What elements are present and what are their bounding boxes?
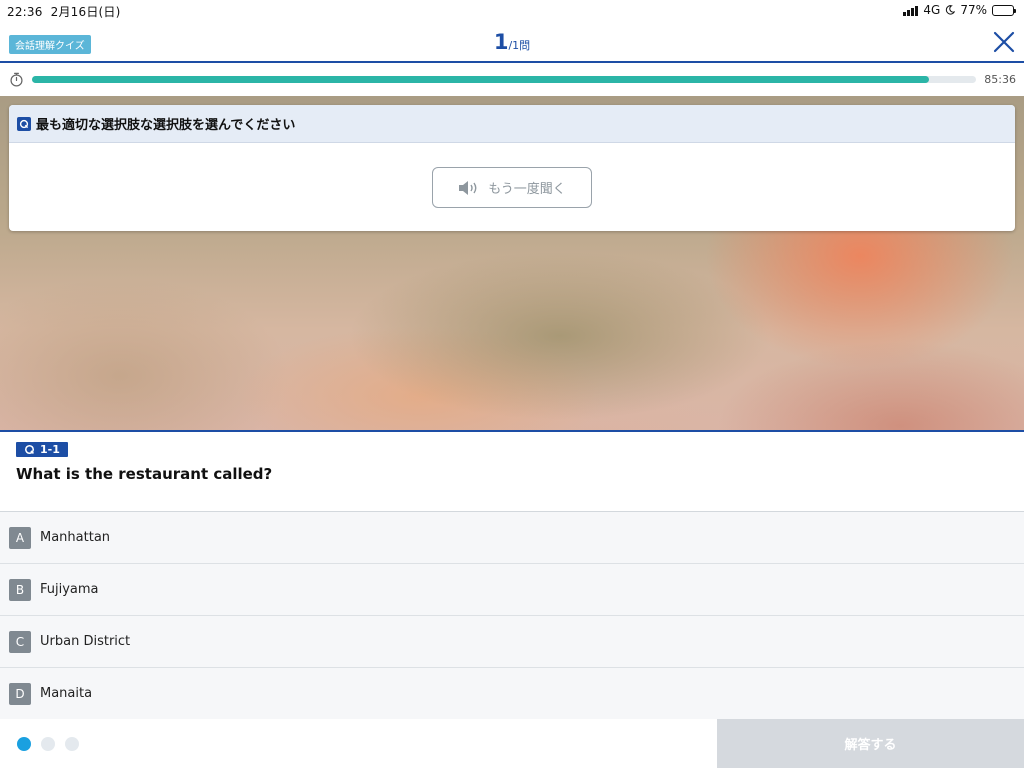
listen-again-label: もう一度聞く [488,182,566,197]
time-remaining: 85:36 [984,73,1016,86]
battery-percent: 77% [960,3,987,17]
listen-again-button[interactable]: もう一度聞く [432,167,592,208]
instruction-card: 最も適切な選択肢な選択肢を選んでください もう一度聞く [9,105,1015,231]
question-icon [24,444,35,455]
question-text: What is the restaurant called? [16,465,273,483]
timer-row: 85:36 [0,63,1024,96]
answer-option-c[interactable]: C Urban District [0,616,1024,668]
question-block: 1-1 What is the restaurant called? [0,432,1024,511]
answer-label: Manhattan [40,530,111,545]
instruction-header: 最も適切な選択肢な選択肢を選んでください [9,105,1015,143]
answer-list: A Manhattan B Fujiyama C Urban District … [0,511,1024,720]
answer-letter: A [9,526,31,549]
answer-option-b[interactable]: B Fujiyama [0,564,1024,616]
battery-icon [992,4,1016,16]
page-dot[interactable] [65,737,79,751]
current-question-number: 1 [493,30,509,54]
answer-label: Manaita [40,686,93,701]
signal-icon [903,5,919,16]
answer-letter: B [9,578,31,601]
question-badge-label: 1-1 [40,443,60,456]
speaker-icon [459,180,477,195]
total-questions: /1問 [508,39,531,52]
answer-label: Urban District [40,634,131,649]
page-indicator [17,737,79,751]
answer-letter: C [9,630,31,653]
answer-option-a[interactable]: A Manhattan [0,512,1024,564]
status-time: 22:36 [7,5,43,19]
answer-label: Fujiyama [40,582,99,597]
quiz-header: 会話理解クイズ 1/1問 [0,22,1024,62]
status-time-date: 22:36 2月16日(日) [7,3,121,20]
status-bar: 22:36 2月16日(日) 4G 77% [0,0,1024,22]
close-icon[interactable] [992,30,1016,54]
answer-option-d[interactable]: D Manaita [0,668,1024,720]
question-counter: 1/1問 [0,30,1024,54]
status-date: 2月16日(日) [50,5,121,19]
page-dot[interactable] [17,737,31,751]
network-label: 4G [923,3,941,17]
question-icon [17,116,31,131]
timer-progress-bar [32,76,976,83]
moon-icon [946,5,956,15]
question-badge: 1-1 [16,442,68,457]
instruction-text: 最も適切な選択肢な選択肢を選んでください [36,118,296,133]
page-dot[interactable] [41,737,55,751]
answer-letter: D [9,682,31,705]
status-right: 4G 77% [903,3,1016,17]
quiz-footer: 解答する [0,719,1024,768]
stopwatch-icon [10,72,23,87]
submit-answer-button[interactable]: 解答する [717,719,1024,768]
timer-progress-fill [32,76,929,83]
